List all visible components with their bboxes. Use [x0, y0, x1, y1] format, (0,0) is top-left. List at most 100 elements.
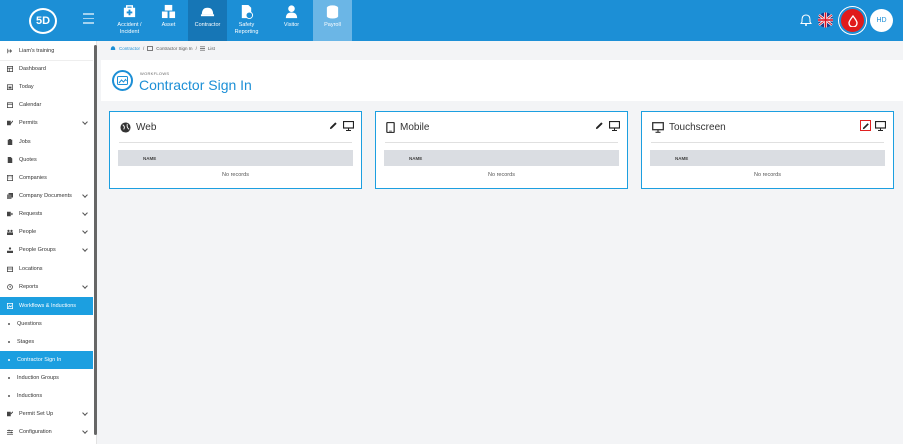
person-icon — [285, 5, 298, 19]
bullet-icon — [8, 359, 10, 361]
user-avatar[interactable]: HD — [870, 9, 893, 32]
module-payroll[interactable]: Payroll — [313, 0, 352, 41]
sidebar-item-label: Companies — [19, 175, 47, 181]
people-icon — [7, 229, 13, 235]
documents-icon — [7, 193, 13, 199]
sidebar-item-label: Workflows & Inductions — [19, 303, 77, 309]
breadcrumb-contractor-sign-in[interactable]: Contractor Sign In — [156, 46, 192, 51]
table-header-name[interactable]: NAME — [650, 150, 885, 166]
mobile-card: Mobile NAME No records — [375, 111, 628, 189]
sidebar-item-today[interactable]: Today — [0, 78, 93, 96]
sidebar-item-people-groups[interactable]: People Groups — [0, 241, 93, 259]
web-card: Web NAME No records — [109, 111, 362, 189]
alert-button[interactable] — [839, 7, 866, 34]
sidebar-item-people[interactable]: People — [0, 223, 93, 241]
sidebar-item-company-documents[interactable]: Company Documents — [0, 187, 93, 205]
sidebar-item-label: Company Documents — [19, 193, 72, 199]
hard-hat-icon — [110, 46, 116, 50]
breadcrumb-contractor[interactable]: Contractor — [119, 46, 140, 51]
sidebar-item-workflows-inductions[interactable]: Workflows & Inductions — [0, 297, 93, 315]
module-label: Incident — [119, 29, 140, 35]
sidebar-subitem-contractor-sign-in[interactable]: Contractor Sign In — [0, 351, 93, 369]
sidebar-item-configuration[interactable]: Configuration — [0, 423, 93, 441]
list-icon — [199, 46, 205, 51]
module-label: Visitor — [283, 22, 300, 28]
bullet-icon — [8, 377, 10, 379]
sidebar-item-label: Dashboard — [19, 66, 46, 72]
chevron-down-icon — [82, 410, 88, 416]
sidebar-item-label: Quotes — [19, 157, 37, 163]
sidebar-item-label: Induction Groups — [17, 375, 59, 381]
monitor-icon[interactable] — [609, 120, 620, 131]
request-icon — [7, 211, 13, 217]
module-accident-incident[interactable]: Accident / Incident — [110, 0, 149, 41]
module-visitor[interactable]: Visitor — [272, 0, 311, 41]
app-logo[interactable]: 5D — [29, 8, 57, 34]
safety-report-icon — [241, 4, 254, 19]
sidebar-item-workspace[interactable]: Liam's training — [0, 42, 93, 60]
empty-state-text: No records — [488, 172, 515, 178]
sidebar-item-label: Permit Set Up — [19, 411, 54, 417]
building-icon — [7, 175, 13, 181]
bullet-icon — [8, 323, 10, 325]
dashboard-icon — [7, 66, 13, 72]
sidebar-item-reports[interactable]: Reports — [0, 278, 93, 296]
permit-icon — [7, 120, 13, 126]
fire-drop-icon — [847, 14, 858, 27]
sidebar-item-permit-set-up[interactable]: Permit Set Up — [0, 405, 93, 423]
breadcrumb: Contractor / Contractor Sign In / List — [110, 46, 215, 51]
menu-toggle-icon[interactable] — [83, 13, 94, 24]
uk-flag-icon[interactable] — [817, 12, 834, 28]
sidebar-item-label: Questions — [17, 321, 42, 327]
sidebar-subitem-induction-groups[interactable]: Induction Groups — [0, 369, 93, 387]
sidebar-scrollbar[interactable] — [94, 43, 97, 444]
mobile-phone-icon — [386, 122, 395, 133]
table-header-name[interactable]: NAME — [384, 150, 619, 166]
sidebar-item-jobs[interactable]: Jobs — [0, 133, 93, 151]
sidebar-subitem-inductions[interactable]: Inductions — [0, 387, 93, 405]
module-label: Payroll — [324, 22, 341, 28]
card-title: Web — [120, 122, 156, 133]
edit-pencil-icon[interactable] — [594, 120, 605, 131]
sidebar-item-label: Inductions — [17, 393, 43, 399]
table-header-name[interactable]: NAME — [118, 150, 353, 166]
location-icon — [7, 266, 13, 272]
chevron-down-icon — [82, 246, 88, 252]
sidebar-item-label: Requests — [19, 211, 43, 217]
module-safety-reporting[interactable]: Safety Reporting — [227, 0, 266, 41]
monitor-icon[interactable] — [343, 120, 354, 131]
sidebar-item-label: Locations — [19, 266, 43, 272]
chevron-down-icon — [82, 210, 88, 216]
chevron-down-icon — [82, 192, 88, 198]
bell-icon[interactable] — [800, 14, 812, 26]
sidebar-item-label: Liam's training — [19, 48, 55, 54]
edit-pencil-icon[interactable] — [328, 120, 339, 131]
sidebar-item-label: Contractor Sign In — [17, 357, 62, 363]
sidebar-item-label: Jobs — [19, 139, 31, 145]
sidebar-item-requests[interactable]: Requests — [0, 205, 93, 223]
card-title: Touchscreen — [652, 122, 726, 133]
sidebar-item-locations[interactable]: Locations — [0, 260, 93, 278]
workflow-image-icon — [7, 303, 13, 309]
module-contractor[interactable]: Contractor — [188, 0, 227, 41]
sidebar-item-dashboard[interactable]: Dashboard — [0, 60, 93, 78]
group-icon — [7, 247, 13, 253]
empty-state-text: No records — [754, 172, 781, 178]
edit-pencil-icon[interactable] — [860, 120, 871, 131]
bullet-icon — [8, 395, 10, 397]
sidebar-subitem-stages[interactable]: Stages — [0, 333, 93, 351]
boxes-icon — [161, 4, 176, 19]
sidebar-item-permits[interactable]: Permits — [0, 114, 93, 132]
document-icon — [7, 157, 13, 163]
sidebar-item-label: People — [19, 229, 37, 235]
module-asset[interactable]: Asset — [149, 0, 188, 41]
sidebar-item-calendar[interactable]: Calendar — [0, 96, 93, 114]
monitor-icon[interactable] — [875, 120, 886, 131]
sidebar-subitem-questions[interactable]: Questions — [0, 315, 93, 333]
empty-state-text: No records — [222, 172, 249, 178]
module-label: Safety — [238, 22, 255, 28]
sidebar-item-label: People Groups — [19, 247, 56, 253]
sidebar-item-quotes[interactable]: Quotes — [0, 151, 93, 169]
sidebar-item-companies[interactable]: Companies — [0, 169, 93, 187]
chevron-down-icon — [82, 119, 88, 125]
